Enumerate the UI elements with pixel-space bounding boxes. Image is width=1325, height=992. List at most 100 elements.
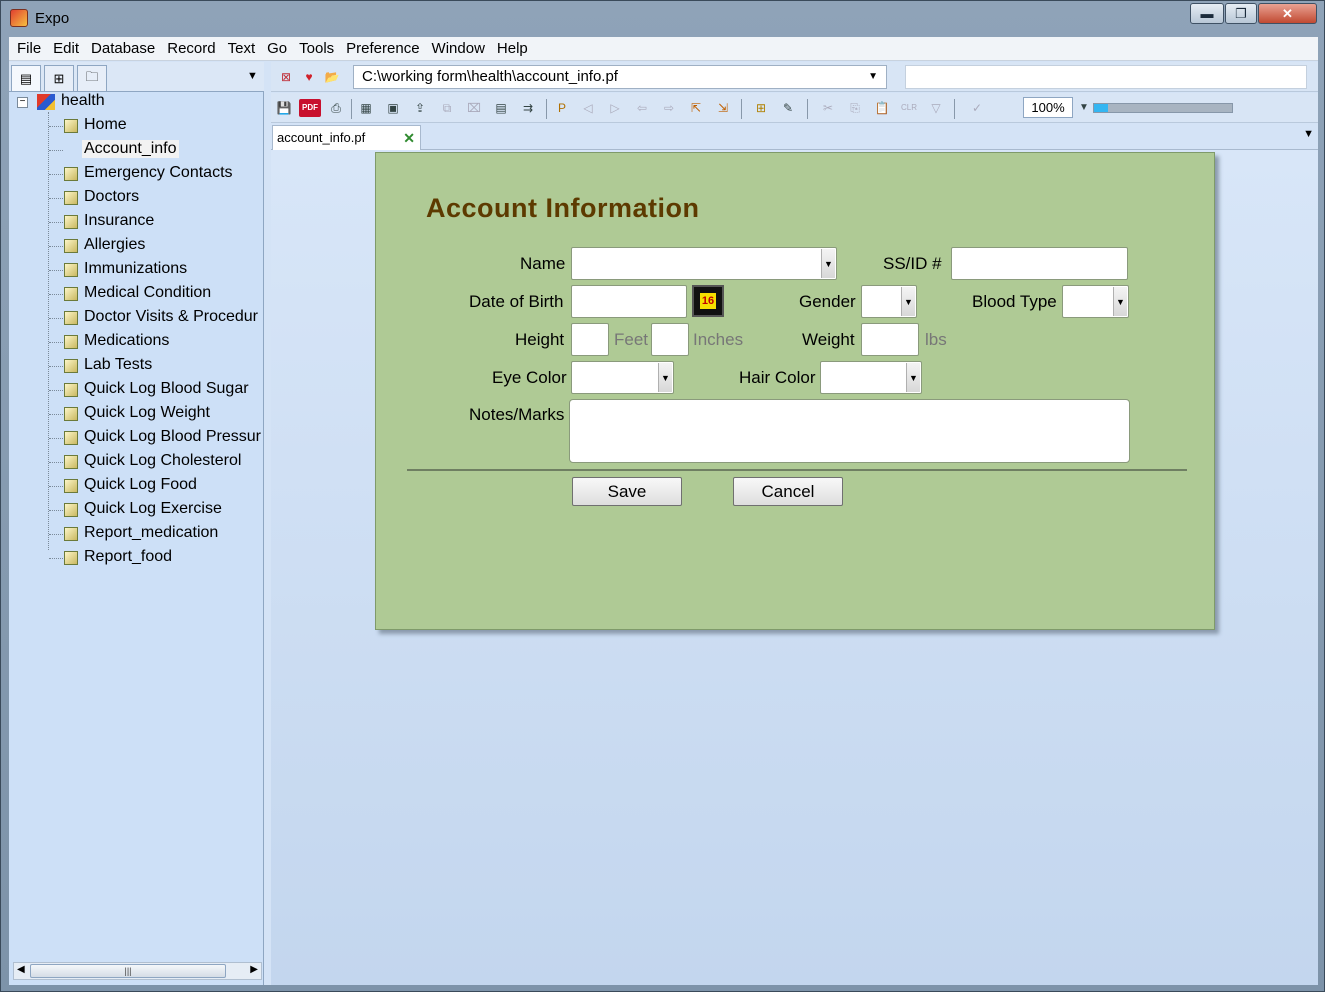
menu-window[interactable]: Window <box>426 37 491 61</box>
weight-field[interactable] <box>861 323 919 356</box>
tree-item[interactable]: Report_medication <box>84 524 218 542</box>
panel-menu-chevron-icon[interactable]: ▼ <box>247 70 258 82</box>
table-view-icon[interactable]: ▤ <box>492 99 510 117</box>
minimize-button[interactable]: ▬ <box>1190 3 1224 24</box>
save-button[interactable]: Save <box>572 477 682 506</box>
tree-root-health[interactable]: health <box>61 92 105 110</box>
tab-account-info[interactable]: account_info.pf ✕ <box>272 125 421 150</box>
page-icon <box>64 359 78 373</box>
tree-item[interactable]: Quick Log Weight <box>84 404 210 422</box>
import-icon[interactable]: ⇪ <box>411 99 429 117</box>
scroll-left-icon[interactable]: ◀ <box>17 964 25 975</box>
tree-item[interactable]: Quick Log Blood Sugar <box>84 380 249 398</box>
menu-go[interactable]: Go <box>261 37 293 61</box>
pdf-icon[interactable]: PDF <box>299 99 321 117</box>
tree-item[interactable]: Immunizations <box>84 260 187 278</box>
grid-tab-icon[interactable]: ⊞ <box>44 65 74 91</box>
ssid-field[interactable] <box>951 247 1128 280</box>
favorite-heart-icon[interactable]: ♥ <box>300 68 318 86</box>
tree-item[interactable]: Quick Log Blood Pressur <box>84 428 261 446</box>
name-field[interactable]: ▼ <box>571 247 837 280</box>
close-window-button[interactable]: ✕ <box>1258 3 1317 24</box>
search-field[interactable] <box>905 65 1307 89</box>
chevron-down-icon: ▼ <box>658 363 672 392</box>
menu-help[interactable]: Help <box>491 37 534 61</box>
new-record-icon[interactable]: ▦ <box>357 99 375 117</box>
path-bar: ⊠ ♥ 📂 C:\working form\health\account_inf… <box>271 62 1318 92</box>
menu-bar: File Edit Database Record Text Go Tools … <box>9 37 1318 61</box>
tree-item[interactable]: Quick Log Cholesterol <box>84 452 241 470</box>
calendar-day: 16 <box>700 293 716 309</box>
database-icon <box>37 94 55 110</box>
inches-field[interactable] <box>651 323 689 356</box>
open-folder-icon[interactable]: 📂 <box>323 68 341 86</box>
horizontal-scrollbar[interactable]: ◀ ||| ▶ <box>13 962 262 980</box>
last-record-icon[interactable]: ⇲ <box>714 99 732 117</box>
collapse-icon[interactable]: − <box>17 97 28 108</box>
form-title: Account Information <box>426 193 700 223</box>
paste-icon: 📋 <box>874 101 890 115</box>
first-record-icon[interactable]: ⇱ <box>687 99 705 117</box>
panel-tabs: ▤ ⊞ 🗀 ▼ <box>9 62 264 92</box>
name-label: Name <box>520 254 566 273</box>
export-icon[interactable]: ⇉ <box>519 99 537 117</box>
tree-item[interactable]: Home <box>84 116 127 134</box>
tree-item[interactable]: Doctor Visits & Procedur <box>84 308 258 326</box>
tree-item[interactable]: Medications <box>84 332 169 350</box>
copy-icon: ⎘ <box>850 101 860 115</box>
document-area: ⊠ ♥ 📂 C:\working form\health\account_inf… <box>271 62 1318 985</box>
menu-text[interactable]: Text <box>222 37 262 61</box>
tree-item[interactable]: Lab Tests <box>84 356 152 374</box>
tree-item[interactable]: Account_info <box>82 140 179 158</box>
scroll-thumb[interactable]: ||| <box>30 964 226 978</box>
menu-file[interactable]: File <box>9 37 47 61</box>
scroll-right-icon[interactable]: ▶ <box>250 964 258 975</box>
layout-icon[interactable]: ⊞ <box>752 99 770 117</box>
close-all-icon[interactable]: ⊠ <box>277 68 295 86</box>
left-panel: ▤ ⊞ 🗀 ▼ − health Home Account_info Emergen… <box>9 62 264 985</box>
tree-item[interactable]: Insurance <box>84 212 154 230</box>
notes-field[interactable] <box>569 399 1130 463</box>
page-icon <box>64 311 78 325</box>
blood-type-select[interactable]: ▼ <box>1062 285 1129 318</box>
path-combo[interactable]: C:\working form\health\account_info.pf ▼ <box>353 65 887 89</box>
page-icon <box>64 551 78 565</box>
tree-item[interactable]: Emergency Contacts <box>84 164 233 182</box>
pages-tab-icon[interactable]: ▤ <box>11 65 41 91</box>
hair-color-select[interactable]: ▼ <box>820 361 922 394</box>
path-dropdown-icon[interactable]: ▼ <box>868 66 878 88</box>
menu-record[interactable]: Record <box>161 37 221 61</box>
menu-edit[interactable]: Edit <box>47 37 85 61</box>
tree-item[interactable]: Allergies <box>84 236 145 254</box>
dob-field[interactable] <box>571 285 687 318</box>
print-icon[interactable]: ⎙ <box>327 99 345 117</box>
eye-color-select[interactable]: ▼ <box>571 361 674 394</box>
tree-item[interactable]: Quick Log Food <box>84 476 197 494</box>
zoom-slider[interactable] <box>1093 103 1233 113</box>
menu-tools[interactable]: Tools <box>293 37 340 61</box>
design-mode-icon[interactable]: ✎ <box>779 99 797 117</box>
duplicate-icon: ⧉ <box>442 101 452 115</box>
tree-item[interactable]: Medical Condition <box>84 284 211 302</box>
tree-item[interactable]: Report_food <box>84 548 172 566</box>
feet-field[interactable] <box>571 323 609 356</box>
insert-record-icon[interactable]: ▣ <box>384 99 402 117</box>
page-select-icon[interactable]: P <box>553 99 571 117</box>
gender-select[interactable]: ▼ <box>861 285 917 318</box>
close-tab-icon[interactable]: ✕ <box>403 126 415 150</box>
tree-item[interactable]: Quick Log Exercise <box>84 500 222 518</box>
notes-label: Notes/Marks <box>469 405 565 424</box>
maximize-button[interactable]: ❐ <box>1225 3 1257 24</box>
form-divider <box>407 469 1187 471</box>
menu-database[interactable]: Database <box>85 37 161 61</box>
menu-preference[interactable]: Preference <box>340 37 425 61</box>
folder-tab-icon[interactable]: 🗀 <box>77 65 107 91</box>
zoom-dropdown-icon[interactable]: ▼ <box>1075 99 1093 117</box>
tree-item[interactable]: Doctors <box>84 188 139 206</box>
tabs-menu-chevron-icon[interactable]: ▼ <box>1303 128 1314 140</box>
zoom-level[interactable]: 100% <box>1023 97 1073 118</box>
forward-icon: ⇨ <box>663 101 675 115</box>
calendar-icon[interactable]: 16 <box>692 285 724 317</box>
cancel-button[interactable]: Cancel <box>733 477 843 506</box>
save-icon[interactable]: 💾 <box>275 99 293 117</box>
